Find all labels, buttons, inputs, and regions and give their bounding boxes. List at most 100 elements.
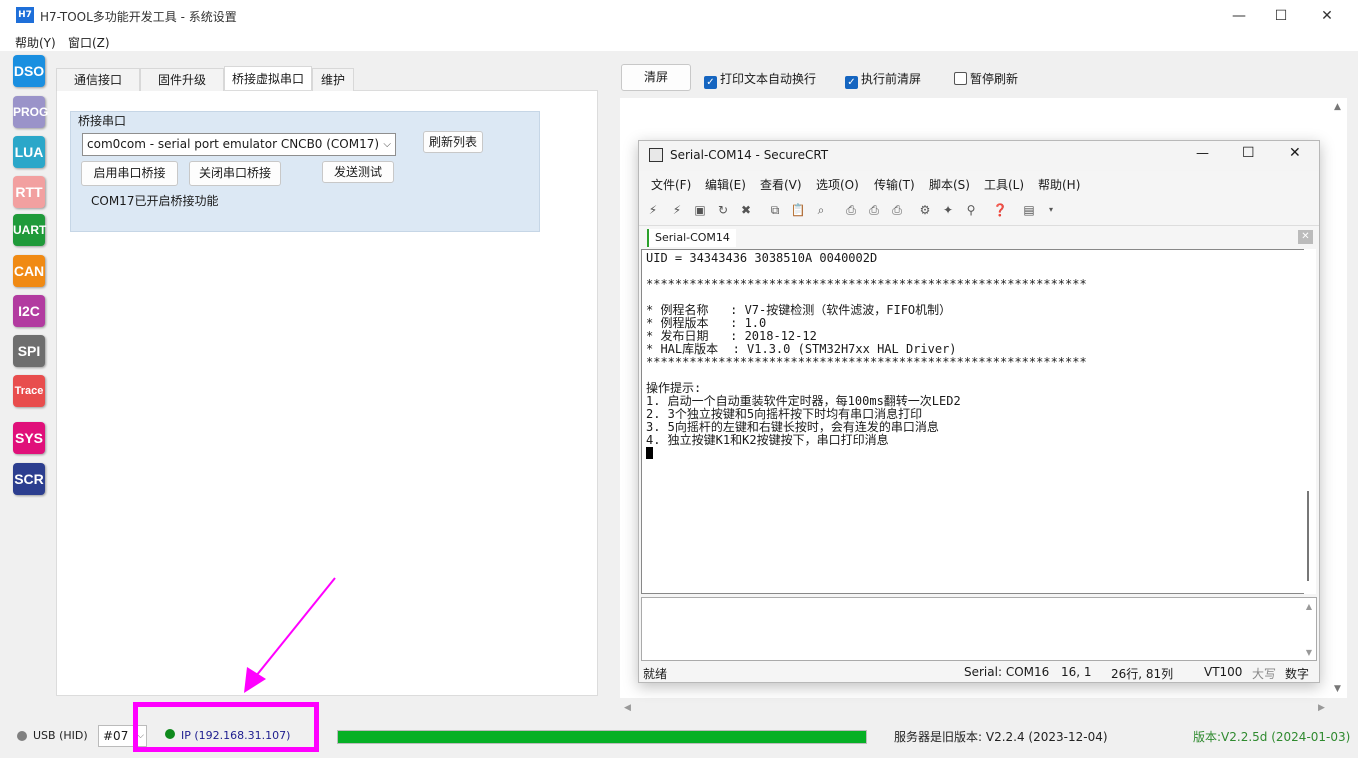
disconnect-icon[interactable]: ✖ bbox=[738, 202, 754, 218]
crt-menu-file[interactable]: 文件(F) bbox=[651, 176, 691, 193]
copy-icon[interactable]: ⧉ bbox=[767, 202, 783, 218]
tool-dso-button[interactable]: DSO bbox=[13, 55, 45, 87]
scroll-down-icon[interactable]: ▼ bbox=[1306, 648, 1312, 657]
securecrt-tab-bar: Serial-COM14 ✕ bbox=[639, 225, 1319, 247]
window-title: H7-TOOL多功能开发工具 - 系统设置 bbox=[40, 10, 237, 24]
auto-wrap-checkbox[interactable]: ✓ 打印文本自动换行 bbox=[704, 70, 816, 89]
reconnect-icon[interactable]: ↻ bbox=[715, 202, 731, 218]
session-tab[interactable]: Serial-COM14 bbox=[647, 229, 736, 247]
securecrt-menu-bar: 文件(F) 编辑(E) 查看(V) 选项(O) 传输(T) 脚本(S) 工具(L… bbox=[639, 174, 1319, 194]
minimize-button[interactable]: — bbox=[1216, 4, 1262, 28]
terminal-line: ****************************************… bbox=[646, 355, 1087, 369]
tool-trace-button[interactable]: Trace bbox=[13, 375, 45, 407]
enable-bridge-button[interactable]: 启用串口桥接 bbox=[81, 161, 178, 186]
print-screen-icon[interactable]: ⎙ bbox=[866, 202, 882, 218]
crt-menu-view[interactable]: 查看(V) bbox=[760, 176, 802, 193]
toolbar-overflow-icon[interactable]: ▾ bbox=[1043, 202, 1059, 218]
print-icon[interactable]: ⎙ bbox=[843, 202, 859, 218]
maximize-button[interactable]: ☐ bbox=[1258, 4, 1304, 28]
securecrt-title-bar: Serial-COM14 - SecureCRT — ☐ ✕ bbox=[639, 141, 1319, 171]
tab-firmware-upgrade[interactable]: 固件升级 bbox=[140, 68, 224, 91]
crt-menu-edit[interactable]: 编辑(E) bbox=[705, 176, 746, 193]
bridge-status-text: COM17已开启桥接功能 bbox=[91, 194, 219, 208]
menu-bar: 帮助(Y) 窗口(Z) bbox=[0, 31, 1358, 51]
device-id: #07 bbox=[103, 729, 129, 743]
terminal-cursor bbox=[646, 447, 1304, 460]
check-icon: ✓ bbox=[704, 76, 717, 89]
send-test-button[interactable]: 发送测试 bbox=[322, 161, 394, 183]
scroll-thumb[interactable] bbox=[1307, 491, 1309, 581]
tool-sidebar: DSO PROG LUA RTT UART CAN I2C SPI Trace … bbox=[0, 51, 55, 721]
menu-window[interactable]: 窗口(Z) bbox=[68, 34, 110, 51]
bridge-port-value: com0com - serial port emulator CNCB0 (CO… bbox=[87, 137, 380, 151]
disable-bridge-button[interactable]: 关闭串口桥接 bbox=[189, 161, 281, 186]
crt-status-port: Serial: COM16 bbox=[964, 665, 1050, 679]
highlight-box bbox=[133, 702, 319, 752]
menu-help[interactable]: 帮助(Y) bbox=[15, 34, 56, 51]
terminal-scrollbar[interactable] bbox=[1304, 249, 1316, 594]
crt-close-button[interactable]: ✕ bbox=[1289, 145, 1301, 161]
terminal-output[interactable]: UID = 34343436 3038510A 0040002D *******… bbox=[641, 249, 1309, 594]
find-icon[interactable]: ⌕ bbox=[813, 202, 829, 218]
tool-uart-button[interactable]: UART bbox=[13, 214, 46, 246]
global-options-icon[interactable]: ✦ bbox=[940, 202, 956, 218]
crt-maximize-button[interactable]: ☐ bbox=[1242, 145, 1255, 161]
securecrt-status-bar: 就绪 Serial: COM16 16, 1 26行, 81列 VT100 大写… bbox=[639, 663, 1319, 683]
sftp-icon[interactable]: ▤ bbox=[1021, 202, 1037, 218]
bridge-group-label: 桥接串口 bbox=[78, 114, 127, 128]
quick-connect-icon[interactable]: ⚡ bbox=[669, 202, 685, 218]
crt-menu-tools[interactable]: 工具(L) bbox=[984, 176, 1024, 193]
usb-status-icon bbox=[17, 731, 27, 741]
scroll-down-icon[interactable]: ▼ bbox=[1334, 684, 1341, 694]
command-input-area[interactable]: ▲ ▼ bbox=[641, 597, 1317, 661]
tool-spi-button[interactable]: SPI bbox=[13, 335, 45, 367]
connect-icon[interactable]: ⚡ bbox=[645, 202, 661, 218]
clear-before-run-label: 执行前清屏 bbox=[861, 72, 922, 86]
help-icon[interactable]: ❓ bbox=[992, 202, 1008, 218]
scroll-up-icon[interactable]: ▲ bbox=[1306, 602, 1312, 611]
refresh-list-button[interactable]: 刷新列表 bbox=[423, 131, 483, 153]
crt-menu-transfer[interactable]: 传输(T) bbox=[874, 176, 915, 193]
close-button[interactable]: ✕ bbox=[1304, 4, 1350, 28]
title-bar: H7 H7-TOOL多功能开发工具 - 系统设置 — ☐ ✕ bbox=[0, 0, 1358, 31]
securecrt-toolbar: ⚡ ⚡ ▣ ↻ ✖ ⧉ 📋 ⌕ ⎙ ⎙ ⎙ ⚙ ✦ ⚲ ❓ ▤ ▾ bbox=[639, 199, 1319, 223]
close-tab-icon[interactable]: ✕ bbox=[1298, 230, 1313, 244]
tool-i2c-button[interactable]: I2C bbox=[13, 295, 45, 327]
crt-menu-script[interactable]: 脚本(S) bbox=[929, 176, 970, 193]
tool-can-button[interactable]: CAN bbox=[13, 255, 45, 287]
tool-rtt-button[interactable]: RTT bbox=[13, 176, 45, 208]
chevron-down-icon: ⌵ bbox=[383, 139, 391, 150]
scroll-right-icon[interactable]: ▶ bbox=[1318, 703, 1325, 713]
tool-prog-button[interactable]: PROG bbox=[13, 96, 48, 128]
pause-refresh-checkbox[interactable]: 暂停刷新 bbox=[954, 70, 1018, 87]
terminal-line: 4. 独立按键K1和K2按键按下，串口打印消息 bbox=[646, 433, 889, 447]
tab-comm-interface[interactable]: 通信接口 bbox=[56, 68, 140, 91]
connect-tab-icon[interactable]: ▣ bbox=[692, 202, 708, 218]
crt-status-cursor: 16, 1 bbox=[1061, 665, 1092, 679]
checkbox-empty-icon bbox=[954, 72, 967, 85]
paste-icon[interactable]: 📋 bbox=[790, 202, 806, 218]
crt-menu-options[interactable]: 选项(O) bbox=[816, 176, 859, 193]
scroll-left-icon[interactable]: ◀ bbox=[624, 703, 631, 713]
tool-sys-button[interactable]: SYS bbox=[13, 422, 45, 454]
scroll-up-icon[interactable]: ▲ bbox=[1334, 102, 1341, 112]
session-options-icon[interactable]: ⚙ bbox=[917, 202, 933, 218]
tab-bridge-serial[interactable]: 桥接虚拟串口 bbox=[224, 66, 312, 90]
bridge-port-select[interactable]: com0com - serial port emulator CNCB0 (CO… bbox=[82, 133, 396, 156]
tool-lua-button[interactable]: LUA bbox=[13, 136, 45, 168]
printer-icon[interactable]: ⎙ bbox=[889, 202, 905, 218]
crt-minimize-button[interactable]: — bbox=[1196, 146, 1209, 161]
crt-status-caps: 大写 bbox=[1252, 667, 1277, 681]
tool-scr-button[interactable]: SCR bbox=[13, 463, 45, 495]
keymap-icon[interactable]: ⚲ bbox=[963, 202, 979, 218]
tab-maintenance[interactable]: 维护 bbox=[312, 68, 354, 91]
clear-before-run-checkbox[interactable]: ✓ 执行前清屏 bbox=[845, 70, 921, 89]
crt-status-size: 26行, 81列 bbox=[1111, 667, 1174, 681]
clear-screen-button[interactable]: 清屏 bbox=[621, 64, 691, 91]
progress-fill bbox=[338, 731, 866, 743]
securecrt-title: Serial-COM14 - SecureCRT bbox=[670, 148, 829, 162]
annotation-arrow-icon bbox=[244, 577, 336, 693]
output-vertical-scrollbar[interactable]: ▲ ▼ bbox=[1330, 98, 1347, 698]
crt-menu-help[interactable]: 帮助(H) bbox=[1038, 176, 1080, 193]
